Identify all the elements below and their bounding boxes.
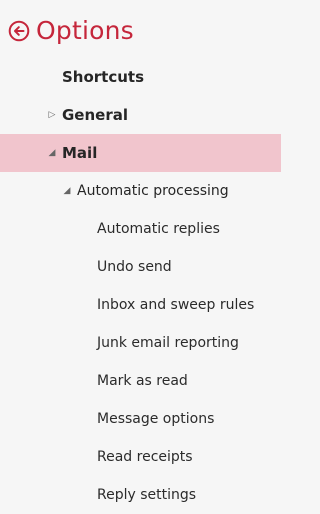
nav-item-label: Mark as read <box>97 373 188 389</box>
nav-item-label: Automatic processing <box>77 183 229 199</box>
nav-item-label: Inbox and sweep rules <box>97 297 255 313</box>
nav-item-label: Read receipts <box>97 449 193 465</box>
nav-item-mail[interactable]: ◢ Mail <box>0 134 281 172</box>
options-navigation: Shortcuts ▷ General ◢ Mail ◢ Automatic p… <box>0 58 281 514</box>
circle-arrow-left-icon[interactable] <box>8 20 30 42</box>
nav-item-label: Undo send <box>97 259 172 275</box>
nav-item-label: Mail <box>62 144 98 162</box>
options-back-header[interactable]: Options <box>8 14 134 48</box>
nav-item-general[interactable]: ▷ General <box>0 96 281 134</box>
nav-item-label: Automatic replies <box>97 221 220 237</box>
caret-down-icon[interactable]: ◢ <box>47 148 57 158</box>
nav-item-undo-send[interactable]: Undo send <box>0 248 281 286</box>
nav-item-reply-settings[interactable]: Reply settings <box>0 476 281 514</box>
nav-item-label: General <box>62 106 128 124</box>
nav-item-label: Message options <box>97 411 215 427</box>
page-title: Options <box>36 16 134 45</box>
nav-item-shortcuts[interactable]: Shortcuts <box>0 58 281 96</box>
nav-item-automatic-replies[interactable]: Automatic replies <box>0 210 281 248</box>
nav-item-inbox-sweep-rules[interactable]: Inbox and sweep rules <box>0 286 281 324</box>
nav-item-label: Shortcuts <box>62 68 145 86</box>
nav-item-label: Junk email reporting <box>97 335 239 351</box>
nav-item-automatic-processing[interactable]: ◢ Automatic processing <box>0 172 281 210</box>
caret-right-icon[interactable]: ▷ <box>47 110 57 120</box>
nav-item-message-options[interactable]: Message options <box>0 400 281 438</box>
nav-item-junk-email-reporting[interactable]: Junk email reporting <box>0 324 281 362</box>
nav-item-mark-as-read[interactable]: Mark as read <box>0 362 281 400</box>
caret-down-icon[interactable]: ◢ <box>62 186 72 196</box>
nav-item-label: Reply settings <box>97 487 197 503</box>
nav-item-read-receipts[interactable]: Read receipts <box>0 438 281 476</box>
